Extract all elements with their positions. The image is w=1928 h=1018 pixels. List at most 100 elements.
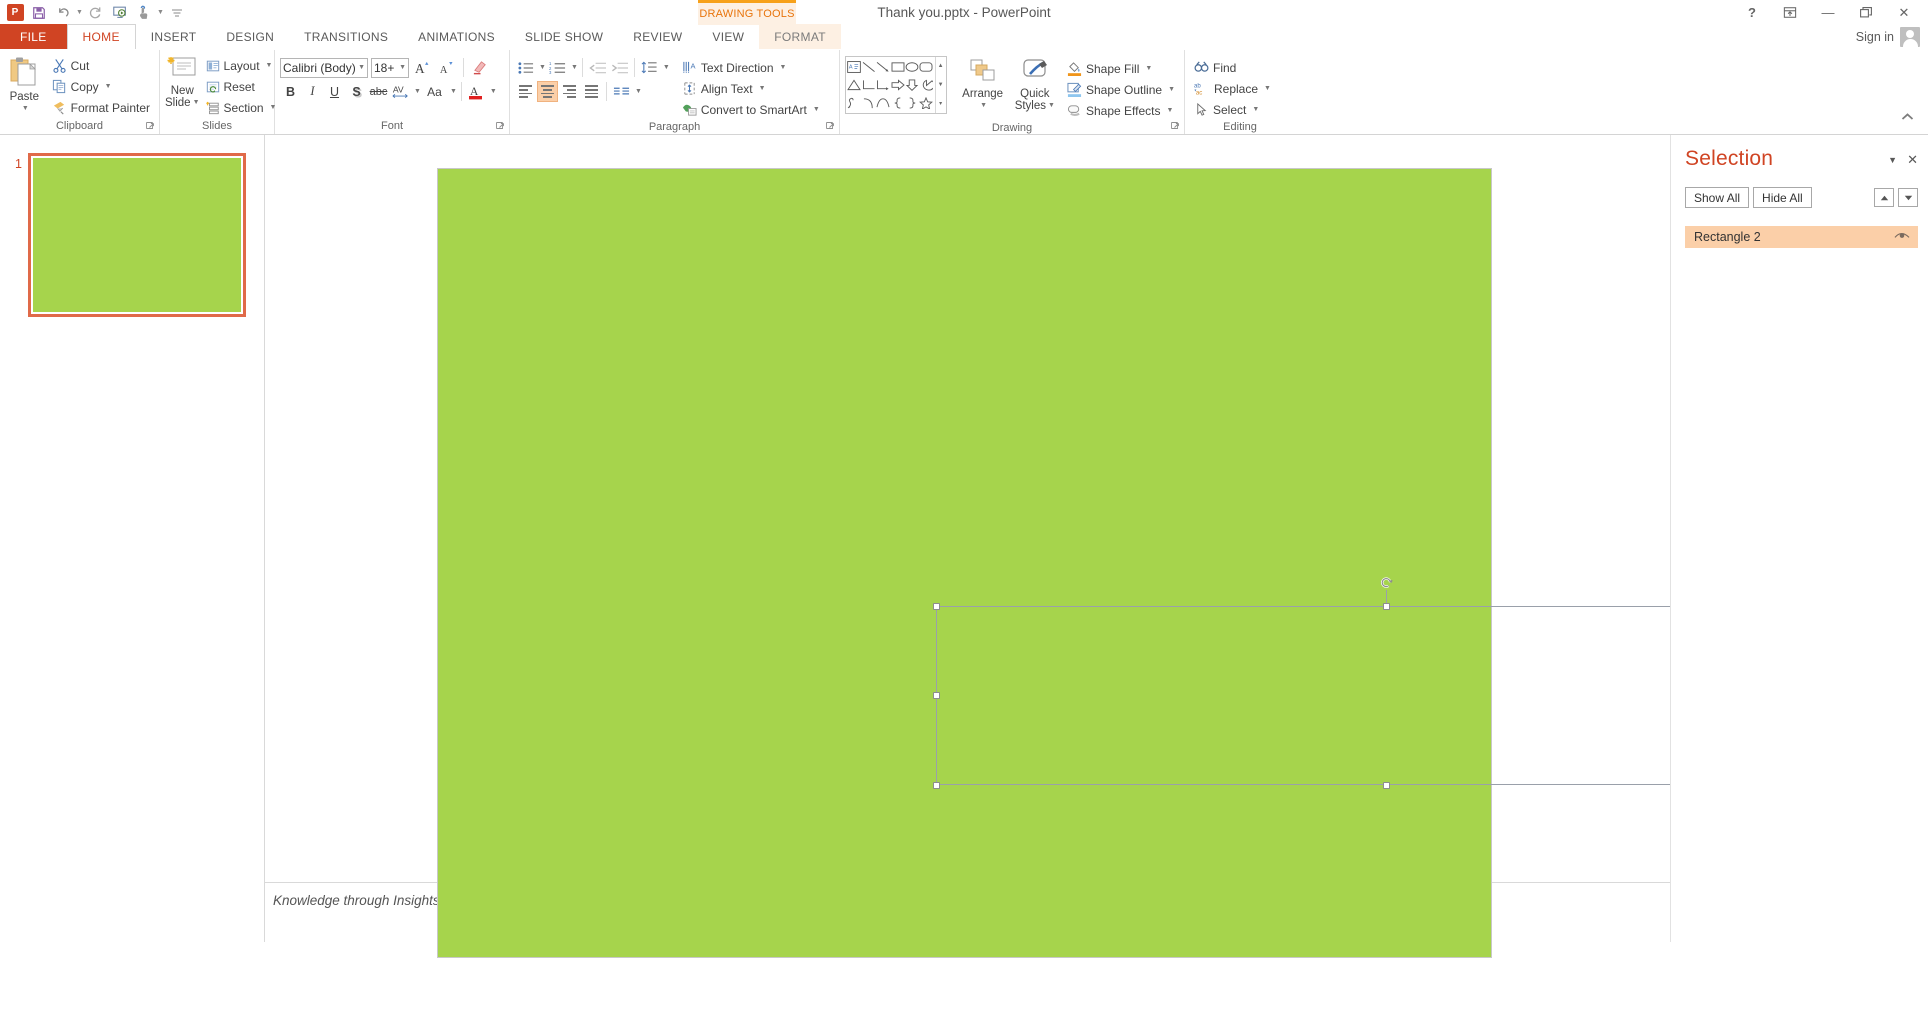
clipboard-dialog-launcher[interactable] [146, 122, 155, 133]
shapes-scroll-down-icon[interactable]: ▼ [936, 76, 946, 95]
tab-view[interactable]: VIEW [697, 24, 759, 49]
numbering-button[interactable]: 123 [547, 57, 568, 78]
tab-file[interactable]: FILE [0, 24, 67, 49]
resize-handle-bottom-center[interactable] [1383, 782, 1390, 789]
arrange-button[interactable]: Arrange ▼ [955, 56, 1011, 112]
columns-button[interactable] [611, 81, 632, 102]
slide-thumbnail-1[interactable] [28, 153, 246, 317]
strikethrough-button[interactable]: abc [368, 81, 389, 102]
character-spacing-button[interactable]: AV [390, 81, 411, 102]
increase-font-size-button[interactable]: A [412, 57, 433, 78]
line-spacing-dropdown-icon[interactable]: ▼ [663, 64, 670, 71]
increase-indent-button[interactable] [609, 57, 630, 78]
section-button[interactable]: Section ▼ [202, 97, 281, 118]
columns-dropdown-icon[interactable]: ▼ [635, 88, 642, 95]
shapes-gallery[interactable]: A ▲ ▼ ▾ [845, 56, 947, 114]
customize-qat-icon[interactable] [166, 2, 188, 24]
paste-dropdown-icon[interactable]: ▼ [22, 103, 29, 115]
save-icon[interactable] [28, 2, 50, 24]
shape-textbox-icon[interactable]: A [847, 58, 862, 76]
shape-arc-icon[interactable] [861, 94, 875, 112]
move-down-button[interactable] [1898, 188, 1918, 207]
tab-insert[interactable]: INSERT [136, 24, 212, 49]
selection-pane-menu-icon[interactable]: ▼ [1888, 155, 1897, 165]
bullets-dropdown-icon[interactable]: ▼ [539, 64, 546, 71]
undo-dropdown-icon[interactable]: ▼ [76, 9, 83, 16]
shape-outline-dropdown-icon[interactable]: ▼ [1168, 86, 1175, 93]
character-spacing-dropdown-icon[interactable]: ▼ [414, 88, 421, 95]
convert-to-smartart-button[interactable]: Convert to SmartArt ▼ [678, 99, 824, 120]
quick-styles-button[interactable]: Quick Styles ▼ [1011, 56, 1059, 112]
shape-pie-icon[interactable] [919, 76, 934, 94]
paste-button[interactable]: Paste ▼ [5, 53, 44, 115]
text-shadow-button[interactable]: S [346, 81, 367, 102]
minimize-button[interactable]: — [1810, 2, 1846, 24]
arrange-dropdown-icon[interactable]: ▼ [980, 100, 987, 112]
tab-design[interactable]: DESIGN [211, 24, 289, 49]
slide-thumbnail-row[interactable]: 1 [0, 153, 264, 317]
slide-canvas[interactable] [437, 168, 1840, 958]
shape-outline-button[interactable]: Shape Outline ▼ [1063, 79, 1179, 100]
show-all-button[interactable]: Show All [1685, 187, 1750, 208]
paragraph-dialog-launcher[interactable] [826, 122, 835, 133]
shape-effects-button[interactable]: Shape Effects ▼ [1063, 100, 1179, 121]
shape-scribble-icon[interactable] [847, 94, 861, 112]
shape-oval-icon[interactable] [905, 58, 919, 76]
redo-icon[interactable] [85, 2, 107, 24]
shape-triangle-icon[interactable] [847, 76, 862, 94]
reset-button[interactable]: Reset [202, 76, 281, 97]
rotate-handle-icon[interactable] [1380, 576, 1393, 588]
line-spacing-button[interactable] [639, 57, 660, 78]
layout-button[interactable]: Layout ▼ [202, 55, 281, 76]
start-slideshow-icon[interactable] [109, 2, 131, 24]
touch-mode-dropdown-icon[interactable]: ▼ [157, 9, 164, 16]
shape-line-icon[interactable] [861, 58, 875, 76]
italic-button[interactable]: I [302, 81, 323, 102]
copy-button[interactable]: Copy ▼ [48, 76, 154, 97]
shape-down-arrow-icon[interactable] [905, 76, 919, 94]
selection-pane-close-icon[interactable]: ✕ [1907, 152, 1918, 168]
shape-curve-icon[interactable] [876, 94, 890, 112]
font-size-combo[interactable]: 18+ ▼ [371, 57, 409, 78]
shape-elbow-connector-icon[interactable] [861, 76, 875, 94]
shape-left-brace-icon[interactable] [890, 94, 904, 112]
numbering-dropdown-icon[interactable]: ▼ [571, 64, 578, 71]
tab-animations[interactable]: ANIMATIONS [403, 24, 510, 49]
shape-rounded-rectangle-icon[interactable] [919, 58, 933, 76]
resize-handle-top-center[interactable] [1383, 603, 1390, 610]
eye-icon[interactable] [1894, 230, 1910, 244]
shapes-gallery-scrollbar[interactable]: ▲ ▼ ▾ [934, 57, 946, 113]
align-center-button[interactable] [537, 81, 558, 102]
shape-rectangle-icon[interactable] [890, 58, 904, 76]
decrease-font-size-button[interactable]: A [436, 57, 457, 78]
align-text-dropdown-icon[interactable]: ▼ [759, 85, 766, 92]
shape-right-arrow-icon[interactable] [890, 76, 905, 94]
bold-button[interactable]: B [280, 81, 301, 102]
selection-pane-item-rectangle-2[interactable]: Rectangle 2 [1685, 226, 1918, 248]
align-right-button[interactable] [559, 81, 580, 102]
font-color-button[interactable]: A [466, 81, 487, 102]
text-direction-button[interactable]: A Text Direction ▼ [678, 57, 824, 78]
text-direction-dropdown-icon[interactable]: ▼ [780, 64, 787, 71]
shapes-gallery-more-icon[interactable]: ▾ [936, 94, 946, 113]
move-up-button[interactable] [1874, 188, 1894, 207]
justify-button[interactable] [581, 81, 602, 102]
select-dropdown-icon[interactable]: ▼ [1252, 106, 1259, 113]
format-painter-button[interactable]: Format Painter [48, 97, 154, 118]
clear-formatting-button[interactable] [470, 57, 491, 78]
bullets-button[interactable] [515, 57, 536, 78]
tab-format[interactable]: FORMAT [759, 24, 841, 49]
shapes-scroll-up-icon[interactable]: ▲ [936, 57, 946, 76]
collapse-ribbon-icon[interactable] [1901, 113, 1914, 124]
font-name-dropdown-icon[interactable]: ▼ [358, 64, 365, 71]
replace-dropdown-icon[interactable]: ▼ [1264, 85, 1271, 92]
tab-slide-show[interactable]: SLIDE SHOW [510, 24, 618, 49]
resize-handle-middle-left[interactable] [933, 692, 940, 699]
shape-elbow-arrow-icon[interactable] [876, 76, 890, 94]
shape-right-brace-icon[interactable] [905, 94, 919, 112]
quick-styles-dropdown-icon[interactable]: ▼ [1048, 100, 1055, 112]
align-left-button[interactable] [515, 81, 536, 102]
font-color-dropdown-icon[interactable]: ▼ [490, 88, 497, 95]
find-button[interactable]: Find [1190, 57, 1275, 78]
slide-thumbnail-panel[interactable]: 1 [0, 135, 265, 942]
